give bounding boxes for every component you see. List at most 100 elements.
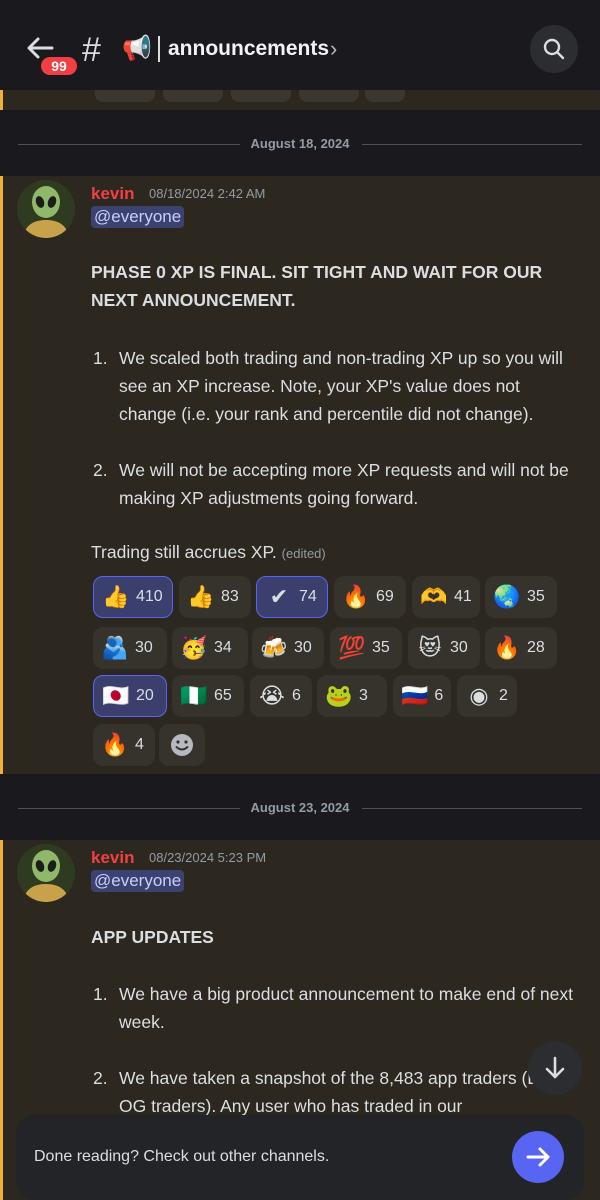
date-divider: August 23, 2024 bbox=[18, 798, 582, 818]
author-name[interactable]: kevin bbox=[91, 184, 134, 204]
reaction-hundred[interactable]: 💯 35 bbox=[330, 627, 402, 669]
reaction-count: 83 bbox=[221, 588, 239, 605]
add-reaction-button[interactable] bbox=[159, 724, 205, 766]
date-divider: August 18, 2024 bbox=[18, 134, 582, 154]
edited-label: (edited) bbox=[281, 546, 326, 561]
reaction-scam-pepe[interactable]: 🐸 3 bbox=[317, 675, 387, 717]
previous-message-reactions bbox=[0, 90, 600, 110]
reaction-verified-badge[interactable]: ✔ 74 bbox=[256, 576, 328, 618]
reaction-dflow-logo[interactable]: ◉ 2 bbox=[457, 675, 517, 717]
avatar[interactable] bbox=[17, 180, 75, 238]
flag-japan-icon: 🇯🇵 bbox=[102, 683, 130, 708]
reaction-fire-flame[interactable]: 🔥 4 bbox=[93, 724, 155, 766]
list-text: We have taken a snapshot of the 8,483 ap… bbox=[119, 1068, 577, 1116]
reaction-count: 410 bbox=[136, 588, 163, 605]
reaction-flag-russia[interactable]: 🇷🇺 6 bbox=[393, 675, 451, 717]
crying-face-icon: 😭 bbox=[259, 683, 285, 708]
reaction-count: 41 bbox=[454, 588, 472, 605]
reaction-count: 6 bbox=[434, 687, 444, 704]
reaction-thumbs-up-dark[interactable]: 👍 83 bbox=[179, 576, 251, 618]
smiley-icon bbox=[171, 734, 193, 756]
list-number: 1. bbox=[93, 348, 108, 368]
message[interactable]: kevin 08/18/2024 2:42 AM @everyone PHASE… bbox=[0, 176, 600, 774]
search-icon bbox=[543, 38, 565, 60]
fire-flame-icon: 🔥 bbox=[342, 584, 370, 609]
next-channel-button[interactable] bbox=[512, 1131, 564, 1183]
unread-badge: 99 bbox=[38, 54, 80, 78]
reaction-beers[interactable]: 🍻 30 bbox=[252, 627, 324, 669]
reaction-fire[interactable]: 🔥 28 bbox=[485, 627, 557, 669]
reaction-crying-face[interactable]: 😭 6 bbox=[250, 675, 312, 717]
reaction-partying-face[interactable]: 🥳 34 bbox=[172, 627, 248, 669]
globe-icon: 🌏 bbox=[493, 584, 521, 609]
reaction-count: 30 bbox=[135, 639, 153, 656]
done-reading-text: Done reading? Check out other channels. bbox=[34, 1148, 330, 1165]
announcement-heading: APP UPDATES bbox=[91, 927, 214, 947]
reaction-heart-hands[interactable]: 🫶 41 bbox=[412, 576, 480, 618]
people-hugging-icon: 🫂 bbox=[101, 635, 129, 660]
heart-eyes-cat-icon: 😻 bbox=[418, 635, 442, 660]
message-footer: Trading still accrues XP. (edited) bbox=[91, 538, 581, 568]
reaction-count: 4 bbox=[135, 736, 144, 753]
list-number: 2. bbox=[93, 460, 108, 480]
reaction-flag-nigeria[interactable]: 🇳🇬 65 bbox=[172, 675, 244, 717]
timestamp: 08/23/2024 5:23 PM bbox=[149, 850, 267, 865]
announcement-heading: PHASE 0 XP IS FINAL. SIT TIGHT AND WAIT … bbox=[91, 262, 543, 310]
thumbs-up-icon: 👍 bbox=[102, 584, 130, 609]
reaction-people-hugging[interactable]: 🫂 30 bbox=[93, 627, 167, 669]
reaction-thumbs-up[interactable]: 👍 410 bbox=[93, 576, 173, 618]
title-separator bbox=[158, 36, 160, 62]
reaction-count: 6 bbox=[292, 687, 301, 704]
reaction-count: 20 bbox=[136, 687, 154, 704]
list-number: 1. bbox=[93, 984, 108, 1004]
fire-flame-icon: 🔥 bbox=[101, 732, 129, 757]
reaction-count: 28 bbox=[527, 639, 545, 656]
dflow-logo-icon: ◉ bbox=[469, 683, 489, 708]
channel-title[interactable]: announcements bbox=[168, 36, 329, 62]
reaction-count: 35 bbox=[372, 639, 390, 656]
alien-avatar-icon bbox=[17, 180, 75, 238]
hash-icon: # bbox=[82, 31, 101, 69]
footer-text: Trading still accrues XP. bbox=[91, 542, 277, 562]
mention-everyone[interactable]: @everyone bbox=[91, 870, 185, 892]
reaction-count: 30 bbox=[294, 639, 312, 656]
hundred-icon: 💯 bbox=[338, 635, 366, 660]
reaction-globe[interactable]: 🌏 35 bbox=[485, 576, 557, 618]
arrow-down-icon bbox=[545, 1056, 565, 1079]
list-number: 2. bbox=[93, 1068, 108, 1088]
chevron-right-icon[interactable]: › bbox=[330, 36, 337, 62]
reaction-count: 74 bbox=[299, 588, 317, 605]
reaction-flag-japan[interactable]: 🇯🇵 20 bbox=[93, 675, 167, 717]
avatar[interactable] bbox=[17, 844, 75, 902]
alien-avatar-icon bbox=[17, 844, 75, 902]
list-text: We scaled both trading and non-trading X… bbox=[119, 348, 563, 424]
mention-everyone[interactable]: @everyone bbox=[91, 206, 185, 228]
author-name[interactable]: kevin bbox=[91, 848, 134, 868]
reaction-count: 2 bbox=[499, 687, 508, 704]
flag-russia-icon: 🇷🇺 bbox=[401, 683, 429, 708]
flag-nigeria-icon: 🇳🇬 bbox=[180, 683, 208, 708]
reaction-count: 34 bbox=[214, 639, 232, 656]
thumbs-up-dark-icon: 👍 bbox=[187, 584, 215, 609]
reaction-count: 69 bbox=[376, 588, 394, 605]
jump-to-present-button[interactable] bbox=[528, 1041, 582, 1095]
beers-icon: 🍻 bbox=[260, 635, 288, 660]
list-text: We will not be accepting more XP request… bbox=[119, 460, 569, 508]
reaction-count: 30 bbox=[450, 639, 468, 656]
heart-hands-icon: 🫶 bbox=[420, 584, 448, 609]
scam-pepe-icon: 🐸 bbox=[325, 683, 353, 708]
search-button[interactable] bbox=[530, 25, 578, 73]
reaction-heart-eyes-cat[interactable]: 😻 30 bbox=[408, 627, 480, 669]
list-text: We have a big product announcement to ma… bbox=[119, 984, 574, 1032]
megaphone-icon: 📢 bbox=[122, 35, 152, 62]
arrow-right-icon bbox=[526, 1147, 550, 1167]
partying-face-icon: 🥳 bbox=[180, 635, 208, 660]
reaction-fire-flame[interactable]: 🔥 69 bbox=[334, 576, 406, 618]
reaction-count: 65 bbox=[214, 687, 232, 704]
fire-icon: 🔥 bbox=[493, 635, 521, 660]
reaction-count: 3 bbox=[359, 687, 368, 704]
done-reading-bar: Done reading? Check out other channels. bbox=[16, 1115, 584, 1200]
verified-badge-icon: ✔ bbox=[269, 584, 289, 609]
channel-header: 99 # 📢 announcements › bbox=[0, 0, 600, 90]
reaction-count: 35 bbox=[527, 588, 545, 605]
